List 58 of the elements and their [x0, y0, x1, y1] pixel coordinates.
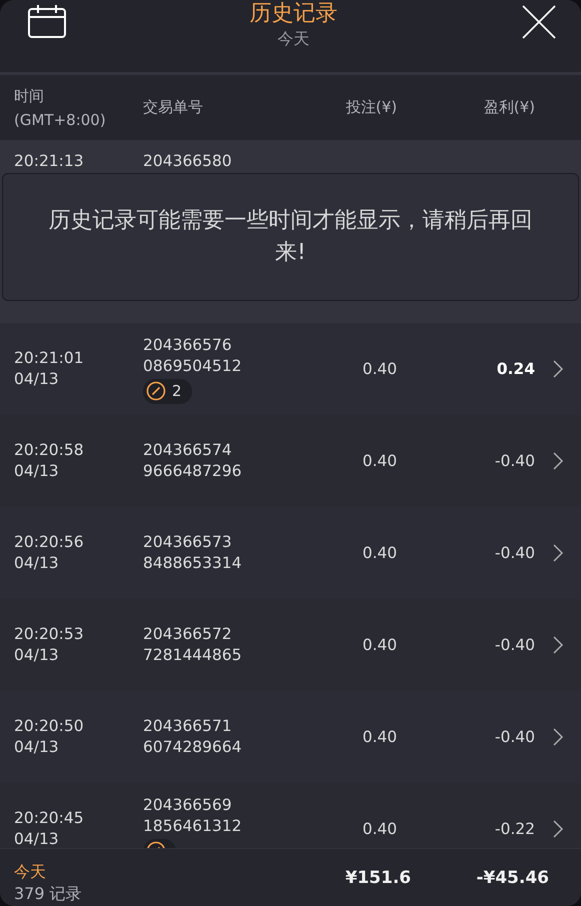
chevron-right-icon[interactable]: [552, 819, 564, 839]
calendar-icon[interactable]: [28, 4, 66, 41]
period-label: 今天: [14, 860, 47, 882]
profit-amount: -0.40: [494, 544, 535, 562]
column-header: 交易单号: [143, 98, 204, 117]
order-number: 204366574: [143, 440, 232, 461]
notice-text: 历史记录可能需要一些时间才能显示，请稍后再回来!: [48, 207, 534, 267]
chevron-right-icon[interactable]: [552, 727, 564, 747]
stake-amount: 0.40: [361, 360, 397, 378]
time-text: 20:20:58: [14, 440, 84, 461]
time-text: 20:20:45: [14, 808, 84, 829]
chevron-right-icon[interactable]: [552, 543, 564, 563]
column-header: 投注(¥): [344, 98, 397, 117]
order-number: 1856461312: [143, 816, 242, 837]
date-text: 04/13: [14, 737, 59, 758]
order-number: 204366580: [143, 152, 233, 170]
column-header: (GMT+8:00): [14, 110, 107, 130]
record-count: 379 记录: [14, 882, 83, 904]
order-number: 204366571: [143, 716, 232, 737]
chevron-right-icon[interactable]: [552, 635, 564, 655]
stake-amount: 0.40: [361, 820, 397, 838]
order-number: 9666487296: [143, 461, 242, 482]
chevron-right-icon[interactable]: [552, 451, 564, 471]
time-text: 20:20:50: [14, 716, 84, 737]
order-number: 6074289664: [143, 737, 242, 758]
order-number: 8488653314: [143, 553, 242, 574]
chevron-right-icon[interactable]: [552, 359, 564, 379]
time-text: 20:20:53: [14, 624, 84, 645]
profit-amount: -0.22: [494, 820, 535, 838]
order-number: 204366569: [143, 795, 232, 816]
stake-amount: 0.40: [361, 636, 397, 654]
order-number: 0869504512: [143, 356, 242, 376]
date-text: 04/13: [14, 553, 59, 574]
order-number: 204366576: [143, 334, 232, 356]
total-stake: ¥151.6: [344, 868, 411, 888]
order-number: 204366572: [143, 624, 232, 645]
date-filter: 今天: [278, 28, 310, 50]
date-text: 04/13: [14, 461, 59, 482]
time-text: 20:20:56: [14, 532, 84, 553]
profit-amount: -0.40: [494, 728, 535, 746]
stake-amount: 0.40: [361, 544, 397, 562]
column-header: 盈利(¥): [482, 98, 535, 117]
date-text: 04/13: [14, 645, 59, 666]
order-number: 204366573: [143, 532, 232, 553]
profit-amount: -0.40: [494, 452, 535, 470]
profit-amount: -0.40: [494, 636, 535, 654]
date-text: 04/13: [14, 369, 59, 390]
stake-amount: 0.40: [361, 728, 397, 746]
order-number: 7281444865: [143, 645, 242, 666]
combo-badge: 2: [143, 378, 192, 404]
time-text: 20:21:13: [14, 152, 85, 170]
total-profit: -¥45.46: [475, 868, 549, 888]
date-text: 04/13: [14, 829, 59, 848]
time-text: 20:21:01: [14, 348, 84, 369]
page-title: 历史记录: [250, 0, 338, 28]
stake-amount: 0.40: [361, 452, 397, 470]
profit-amount: 0.24: [496, 360, 535, 378]
column-header: 时间: [14, 86, 45, 106]
